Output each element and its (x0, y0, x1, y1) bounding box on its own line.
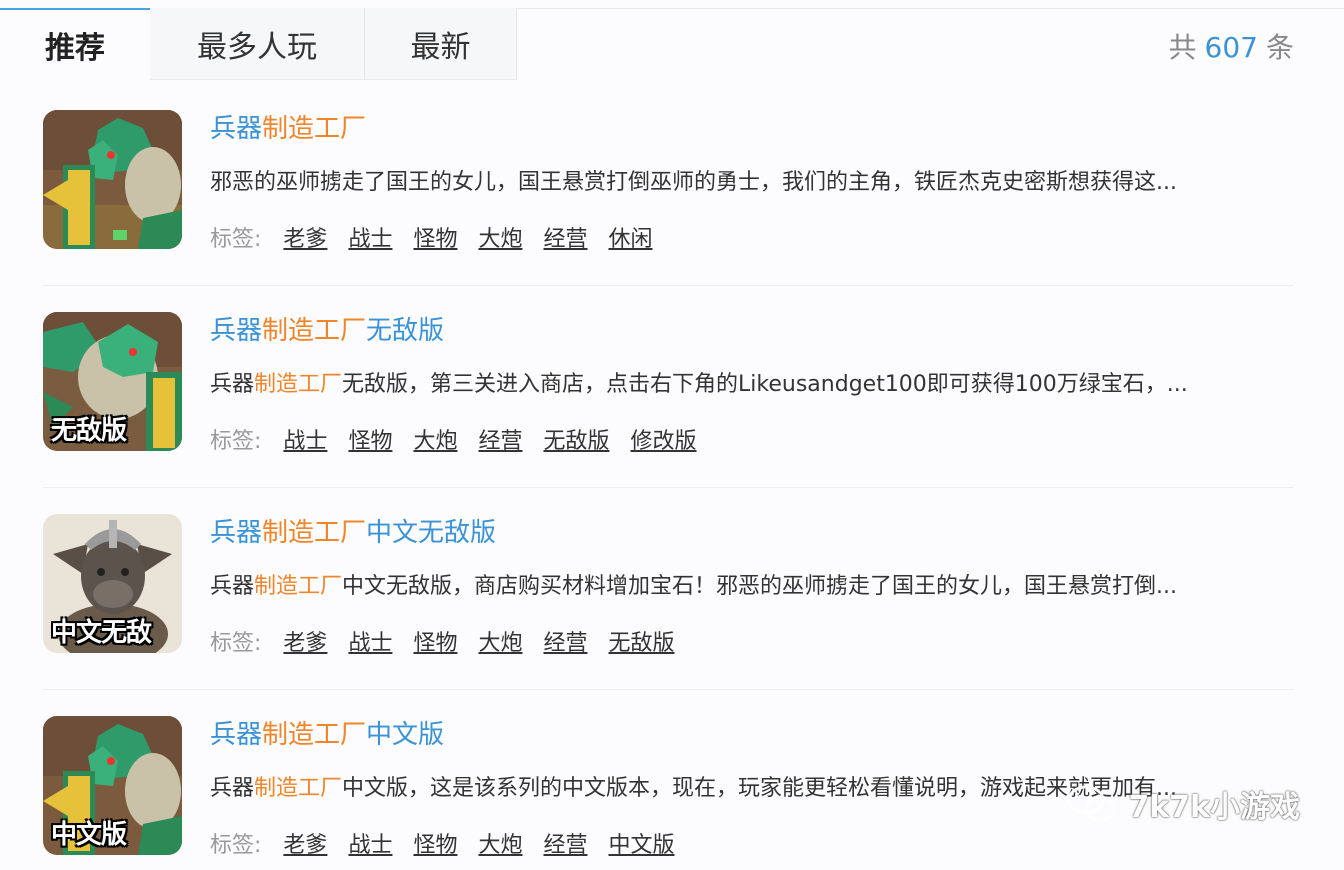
list-item: 无敌版 兵器制造工厂无敌版 兵器制造工厂无敌版，第三关进入商店，点击右下角的Li… (43, 286, 1294, 488)
title-highlight: 制造工厂 (262, 114, 367, 144)
list-item: 中文无敌 兵器制造工厂中文无敌版 兵器制造工厂中文无敌版，商店购买材料增加宝石！… (43, 488, 1294, 690)
game-title[interactable]: 兵器制造工厂无敌版 (210, 310, 444, 347)
desc-highlight: 制造工厂 (254, 574, 343, 599)
thumb-badge: 中文版 (51, 820, 127, 850)
title-suffix: 无敌版 (366, 316, 445, 346)
tag-link[interactable]: 怪物 (413, 221, 457, 253)
tag-link[interactable]: 大炮 (413, 423, 457, 455)
watermark: 7k7k小游戏 (1066, 782, 1300, 826)
tag-link[interactable]: 经营 (543, 221, 587, 253)
title-highlight: 制造工厂 (262, 518, 367, 548)
game-thumbnail[interactable]: 中文版 (43, 716, 182, 855)
tag-label: 标签: (210, 833, 262, 858)
tab-most-played[interactable]: 最多人玩 (150, 8, 365, 80)
tag-link[interactable]: 休闲 (609, 221, 653, 253)
title-highlight: 制造工厂 (262, 720, 367, 750)
tag-label: 标签: (210, 429, 262, 454)
desc-suffix: 无敌版，第三关进入商店，点击右下角的Likeusandget100即可获得100… (342, 372, 1188, 397)
tag-link[interactable]: 战士 (348, 625, 392, 657)
tag-link[interactable]: 战士 (348, 221, 392, 253)
list-item: 中文版 兵器制造工厂中文版 兵器制造工厂中文版，这是该系列的中文版本，现在，玩家… (43, 690, 1294, 870)
tab-bar: 推荐 最多人玩 最新 (0, 8, 517, 80)
total-count: 共 607 条 (1169, 26, 1294, 66)
game-list: 兵器制造工厂 邪恶的巫师掳走了国王的女儿，国王悬赏打倒巫师的勇士，我们的主角，铁… (43, 84, 1294, 870)
game-thumbnail[interactable] (43, 110, 182, 249)
game-description: 兵器制造工厂中文无敌版，商店购买材料增加宝石！邪恶的巫师掳走了国王的女儿，国王悬… (210, 568, 1270, 600)
watermark-text: 7k7k小游戏 (1128, 790, 1300, 825)
game-thumbnail[interactable]: 无敌版 (43, 312, 182, 451)
title-text: 兵器 (210, 316, 263, 346)
desc-text: 兵器 (210, 372, 255, 397)
tag-label: 标签: (210, 227, 262, 252)
desc-suffix: 中文版，这是该系列的中文版本，现在，玩家能更轻松看懂说明，游戏起来就更加有... (342, 776, 1178, 801)
title-highlight: 制造工厂 (262, 316, 367, 346)
desc-highlight: 制造工厂 (254, 776, 343, 801)
tag-link[interactable]: 经营 (543, 827, 587, 859)
tag-link[interactable]: 战士 (283, 423, 327, 455)
tag-link[interactable]: 怪物 (348, 423, 392, 455)
desc-text: 兵器 (210, 776, 255, 801)
game-thumbnail[interactable]: 中文无敌 (43, 514, 182, 653)
desc-text: 邪恶的巫师掳走了国王的女儿，国王悬赏打倒巫师的勇士，我们的主角，铁匠杰克史密斯想… (210, 170, 1177, 195)
tag-link[interactable]: 怪物 (413, 827, 457, 859)
tag-link[interactable]: 怪物 (413, 625, 457, 657)
tag-link[interactable]: 战士 (348, 827, 392, 859)
tag-link[interactable]: 中文版 (609, 827, 675, 859)
title-text: 兵器 (210, 518, 263, 548)
tag-link[interactable]: 经营 (478, 423, 522, 455)
desc-text: 兵器 (210, 574, 255, 599)
tag-link[interactable]: 经营 (543, 625, 587, 657)
tab-newest[interactable]: 最新 (365, 8, 517, 80)
desc-highlight: 制造工厂 (254, 372, 343, 397)
desc-suffix: 中文无敌版，商店购买材料增加宝石！邪恶的巫师掳走了国王的女儿，国王悬赏打倒... (342, 574, 1178, 599)
monster-icon (43, 110, 182, 249)
thumb-badge: 无敌版 (51, 416, 127, 446)
title-text: 兵器 (210, 720, 263, 750)
tag-row: 标签: 老爹 战士 怪物 大炮 经营 中文版 (210, 827, 696, 859)
tag-link[interactable]: 大炮 (478, 625, 522, 657)
tag-link[interactable]: 老爹 (283, 221, 327, 253)
tag-row: 标签: 战士 怪物 大炮 经营 无敌版 修改版 (210, 423, 718, 455)
tag-link[interactable]: 无敌版 (543, 423, 609, 455)
tag-link[interactable]: 老爹 (283, 827, 327, 859)
wechat-icon (1067, 785, 1116, 822)
tag-link[interactable]: 修改版 (631, 423, 697, 455)
tag-link[interactable]: 无敌版 (609, 625, 675, 657)
tag-row: 标签: 老爹 战士 怪物 大炮 经营 无敌版 (210, 625, 696, 657)
tag-label: 标签: (210, 631, 262, 656)
list-item: 兵器制造工厂 邪恶的巫师掳走了国王的女儿，国王悬赏打倒巫师的勇士，我们的主角，铁… (43, 84, 1294, 286)
tag-link[interactable]: 大炮 (478, 827, 522, 859)
tag-link[interactable]: 老爹 (283, 625, 327, 657)
game-title[interactable]: 兵器制造工厂 (210, 108, 366, 145)
tag-link[interactable]: 大炮 (478, 221, 522, 253)
tab-recommended[interactable]: 推荐 (0, 8, 150, 80)
total-suffix: 条 (1265, 31, 1294, 64)
total-prefix: 共 (1168, 31, 1197, 64)
title-text: 兵器 (210, 114, 263, 144)
tag-row: 标签: 老爹 战士 怪物 大炮 经营 休闲 (210, 221, 674, 253)
title-suffix: 中文无敌版 (366, 518, 497, 548)
game-title[interactable]: 兵器制造工厂中文版 (210, 714, 444, 751)
game-title[interactable]: 兵器制造工厂中文无敌版 (210, 512, 496, 549)
game-description: 兵器制造工厂无敌版，第三关进入商店，点击右下角的Likeusandget100即… (210, 366, 1270, 398)
total-number: 607 (1204, 31, 1258, 64)
game-description: 邪恶的巫师掳走了国王的女儿，国王悬赏打倒巫师的勇士，我们的主角，铁匠杰克史密斯想… (210, 164, 1270, 196)
thumb-badge: 中文无敌 (51, 618, 152, 648)
title-suffix: 中文版 (366, 720, 445, 750)
